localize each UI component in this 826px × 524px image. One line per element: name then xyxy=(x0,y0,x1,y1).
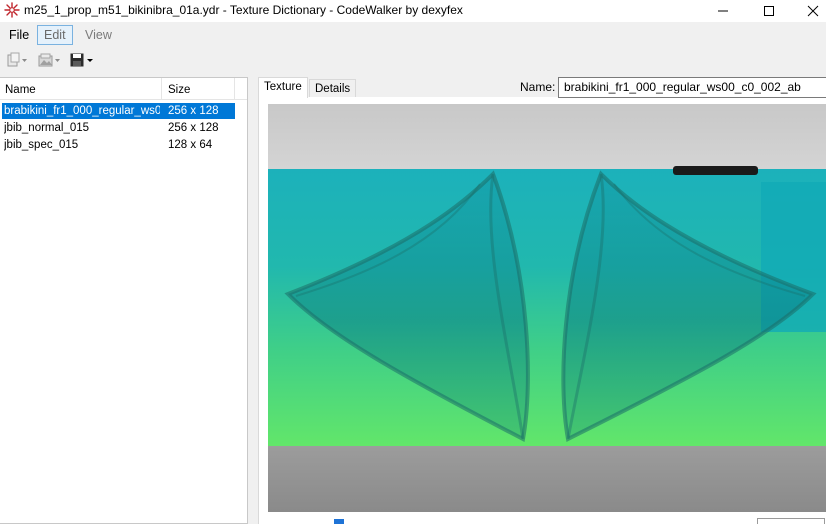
menu-bar: File Edit View xyxy=(0,23,826,47)
column-header-name[interactable]: Name xyxy=(0,78,162,100)
texture-preview[interactable] xyxy=(268,104,826,512)
list-header: Name Size xyxy=(0,78,247,100)
list-item[interactable]: jbib_spec_015 128 x 64 xyxy=(0,137,247,153)
texture-size: 256 x 128 xyxy=(168,105,219,117)
texture-name: brabikini_fr1_000_regular_ws0... xyxy=(4,105,160,117)
texture-size: 128 x 64 xyxy=(168,139,213,151)
title-bar[interactable]: m25_1_prop_m51_bikinibra_01a.ydr - Textu… xyxy=(0,0,826,22)
open-dropdown-button[interactable] xyxy=(38,51,61,69)
maximize-icon xyxy=(764,6,774,16)
zoom-slider-thumb[interactable] xyxy=(334,519,344,524)
dropdown-arrow-icon xyxy=(22,59,27,62)
name-label: Name: xyxy=(520,80,556,94)
minimize-icon xyxy=(718,10,728,12)
texture-name: jbib_spec_015 xyxy=(4,139,79,151)
texture-list[interactable]: Name Size brabikini_fr1_000_regular_ws0.… xyxy=(0,77,248,524)
menu-view[interactable]: View xyxy=(78,25,119,45)
codewalker-window: m25_1_prop_m51_bikinibra_01a.ydr - Textu… xyxy=(0,0,826,524)
texture-image xyxy=(268,104,826,512)
tab-texture[interactable]: Texture xyxy=(258,77,308,98)
list-item[interactable]: brabikini_fr1_000_regular_ws0... 256 x 1… xyxy=(0,103,247,119)
menu-file[interactable]: File xyxy=(2,25,36,45)
codewalker-star-icon xyxy=(4,2,20,18)
save-floppy-icon xyxy=(70,53,84,67)
list-item[interactable]: jbib_normal_015 256 x 128 xyxy=(0,120,247,136)
dropdown-arrow-icon xyxy=(55,59,60,62)
toolbar xyxy=(0,48,826,72)
texture-name-field[interactable]: brabikini_fr1_000_regular_ws00_c0_002_ab xyxy=(558,77,826,98)
close-icon xyxy=(807,5,819,17)
save-dropdown-button[interactable] xyxy=(69,51,94,69)
new-texture-icon xyxy=(7,52,20,67)
open-image-icon xyxy=(38,53,53,67)
texture-size: 256 x 128 xyxy=(168,122,219,134)
dropdown-arrow-icon xyxy=(87,59,93,62)
minimize-button[interactable] xyxy=(700,0,746,22)
texture-name: jbib_normal_015 xyxy=(4,122,90,134)
close-button[interactable] xyxy=(790,0,826,22)
tab-details[interactable]: Details xyxy=(309,79,357,97)
maximize-button[interactable] xyxy=(746,0,792,22)
window-title: m25_1_prop_m51_bikinibra_01a.ydr - Textu… xyxy=(24,3,463,17)
menu-edit[interactable]: Edit xyxy=(37,25,73,45)
new-dropdown-button[interactable] xyxy=(5,51,28,69)
mip-level-field[interactable] xyxy=(757,518,825,524)
column-header-size[interactable]: Size xyxy=(163,78,235,100)
